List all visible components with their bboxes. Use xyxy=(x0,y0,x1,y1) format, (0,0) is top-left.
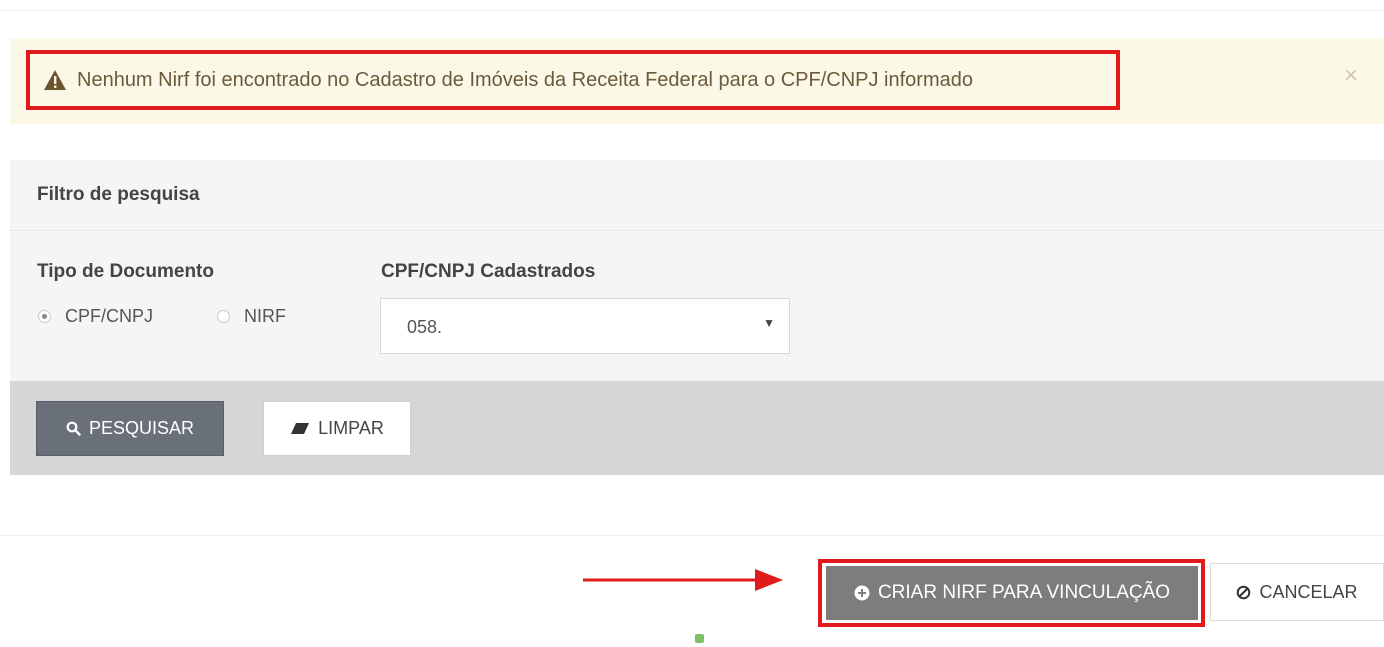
cancel-button-label: CANCELAR xyxy=(1259,581,1358,602)
document-type-label: Tipo de Documento xyxy=(37,261,214,282)
cancel-button[interactable]: CANCELAR xyxy=(1210,563,1384,621)
search-button[interactable]: PESQUISAR xyxy=(36,401,224,456)
filter-button-bar: PESQUISAR LIMPAR xyxy=(10,381,1384,475)
clear-button[interactable]: LIMPAR xyxy=(263,401,411,456)
ban-icon xyxy=(1236,585,1251,600)
status-dot xyxy=(695,634,704,643)
warning-alert: Nenhum Nirf foi encontrado no Cadastro d… xyxy=(10,38,1384,124)
cpf-cnpj-select[interactable]: 058. ▼ xyxy=(380,298,790,354)
radio-label-cpf-cnpj: CPF/CNPJ xyxy=(65,306,154,326)
create-nirf-button[interactable]: CRIAR NIRF PARA VINCULAÇÃO xyxy=(826,566,1198,620)
radio-unchecked-icon[interactable] xyxy=(217,310,230,323)
search-button-label: PESQUISAR xyxy=(88,418,195,438)
bottom-divider xyxy=(0,535,1384,536)
filter-panel: Filtro de pesquisa Tipo de Documento CPF… xyxy=(10,160,1384,475)
search-icon xyxy=(66,421,81,436)
clear-button-label: LIMPAR xyxy=(318,418,384,438)
create-nirf-label: CRIAR NIRF PARA VINCULAÇÃO xyxy=(877,582,1171,603)
alert-highlight-box: Nenhum Nirf foi encontrado no Cadastro d… xyxy=(26,50,1120,110)
caret-down-icon: ▼ xyxy=(763,316,775,330)
alert-message: Nenhum Nirf foi encontrado no Cadastro d… xyxy=(77,68,973,91)
select-value: 058. xyxy=(407,317,443,337)
top-divider xyxy=(0,10,1384,11)
panel-title: Filtro de pesquisa xyxy=(37,184,200,205)
close-icon[interactable]: × xyxy=(1344,62,1358,90)
eraser-icon xyxy=(290,422,310,435)
warning-triangle-icon xyxy=(44,70,66,90)
panel-heading: Filtro de pesquisa xyxy=(10,160,1384,231)
radio-checked-icon[interactable] xyxy=(38,310,51,323)
radio-label-nirf: NIRF xyxy=(244,306,286,326)
plus-circle-icon xyxy=(854,585,870,601)
arrow-right-icon xyxy=(583,569,783,591)
radio-nirf[interactable]: NIRF xyxy=(217,306,286,327)
radio-cpf-cnpj[interactable]: CPF/CNPJ xyxy=(38,306,153,327)
cpf-cnpj-label: CPF/CNPJ Cadastrados xyxy=(381,261,596,282)
